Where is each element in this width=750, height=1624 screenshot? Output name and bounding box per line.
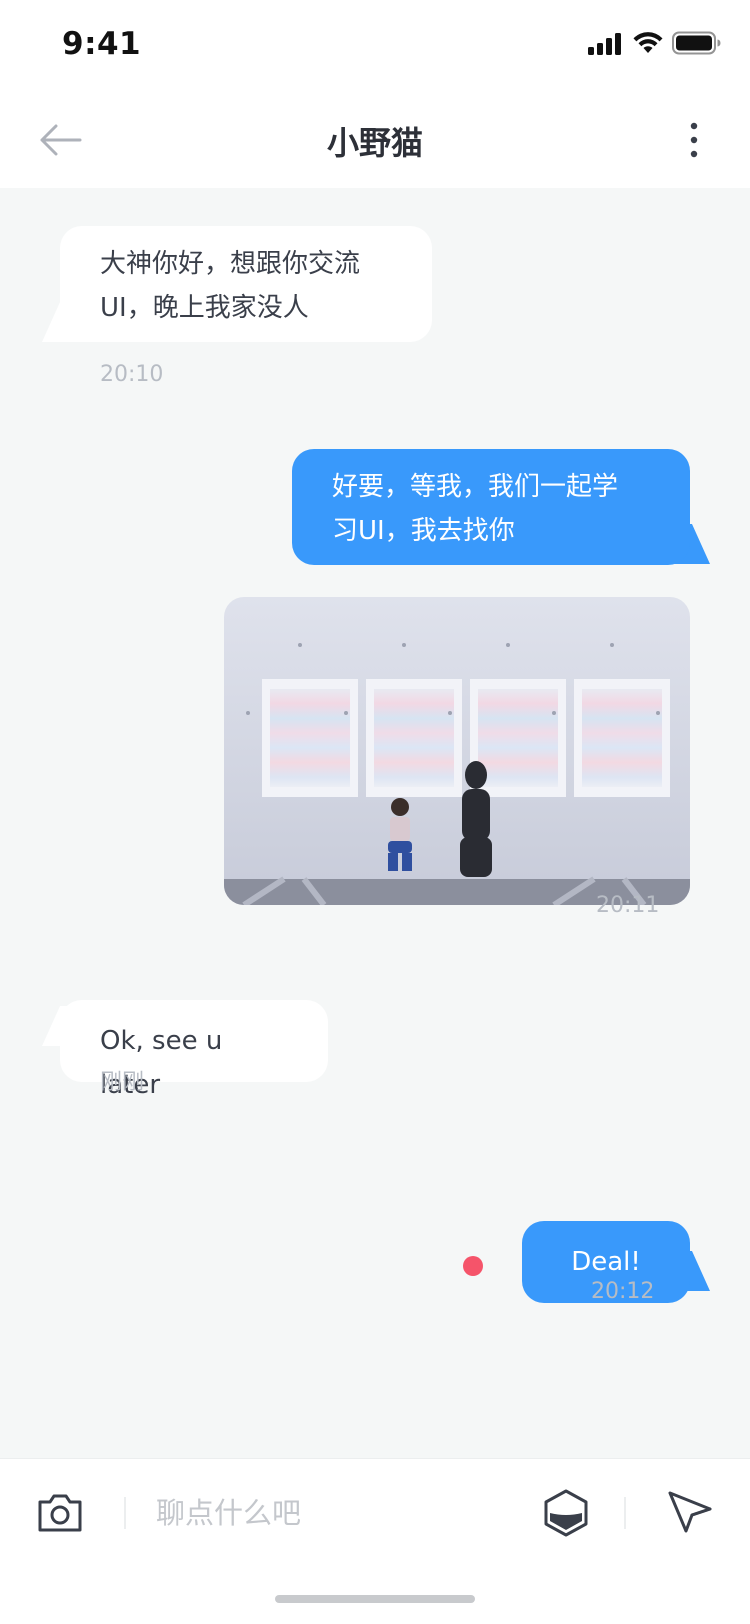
message-text-line: Deal! xyxy=(571,1247,641,1277)
message-timestamp: 20:12 xyxy=(591,1279,655,1304)
nav-bar: 小野猫 xyxy=(0,92,750,188)
home-indicator xyxy=(275,1595,475,1603)
message-text-line: 习UI，我去找你 xyxy=(332,516,515,546)
status-icons xyxy=(582,30,722,58)
message-bubble-outgoing[interactable]: 好要，等我，我们一起学 习UI，我去找你 xyxy=(292,449,690,565)
message-timestamp: 20:10 xyxy=(100,362,164,387)
send-icon xyxy=(668,1491,712,1533)
message-text-line: UI，晚上我家没人 xyxy=(100,293,309,323)
emoji-button[interactable] xyxy=(542,1488,590,1538)
page-title: 小野猫 xyxy=(326,124,423,162)
status-time: 9:41 xyxy=(62,26,142,62)
send-button[interactable] xyxy=(666,1487,714,1535)
wifi-icon xyxy=(633,32,663,53)
unread-indicator xyxy=(463,1256,483,1276)
battery-icon xyxy=(672,31,721,55)
message-timestamp: 20:11 xyxy=(596,893,660,918)
message-bubble-incoming[interactable]: 大神你好，想跟你交流 UI，晚上我家没人 xyxy=(60,226,432,342)
message-image[interactable] xyxy=(224,597,690,905)
more-vertical-icon xyxy=(690,122,698,158)
more-button[interactable] xyxy=(682,116,706,164)
message-text-line: 大神你好，想跟你交流 xyxy=(100,249,361,279)
status-bar: 9:41 xyxy=(0,0,750,92)
message-timestamp: 刚刚 xyxy=(100,1070,145,1095)
gallery-photo xyxy=(224,597,690,905)
divider xyxy=(624,1497,626,1529)
cellular-signal-icon xyxy=(588,33,621,55)
divider xyxy=(124,1497,126,1529)
camera-button[interactable] xyxy=(36,1490,84,1534)
message-input[interactable] xyxy=(156,1485,516,1541)
camera-icon xyxy=(38,1494,82,1532)
emoji-icon xyxy=(544,1489,588,1537)
chat-area[interactable]: 大神你好，想跟你交流 UI，晚上我家没人 20:10 好要，等我，我们一起学 习… xyxy=(0,188,750,1458)
message-text-line: 好要，等我，我们一起学 xyxy=(332,472,619,502)
